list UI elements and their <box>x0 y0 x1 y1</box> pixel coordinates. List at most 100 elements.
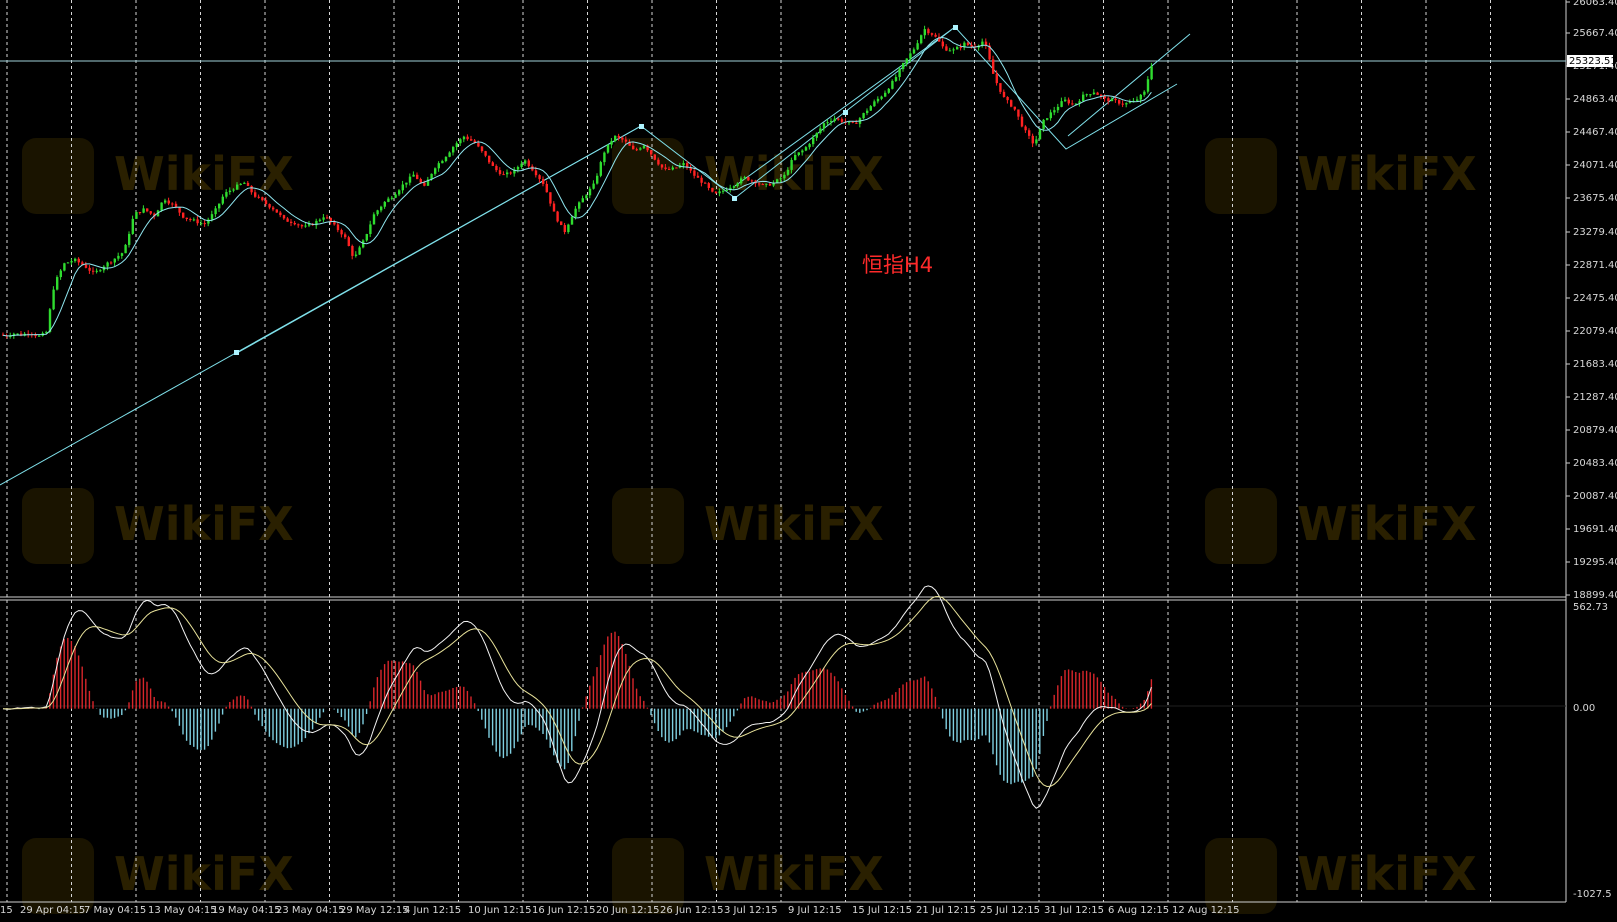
candle-bearish <box>1103 96 1106 99</box>
candle-bearish <box>527 160 530 167</box>
candle-bearish <box>840 119 844 122</box>
candle-bullish <box>394 194 397 198</box>
candle-bearish <box>1096 92 1099 95</box>
svg-text:WikiFX: WikiFX <box>704 847 884 901</box>
candle-bearish <box>282 215 286 219</box>
candle-bullish <box>1064 99 1067 102</box>
candle-bullish <box>588 188 592 196</box>
candle-bearish <box>855 122 858 124</box>
price-tick-label: 20879.40 <box>1573 425 1617 436</box>
svg-text:WikiFX: WikiFX <box>114 147 294 201</box>
candle-bearish <box>750 180 754 182</box>
candle-bearish <box>189 219 192 221</box>
time-tick-label: 26 Jun 12:15 <box>660 905 724 916</box>
candle-bullish <box>387 198 390 202</box>
candle-bullish <box>99 270 102 272</box>
svg-text:WikiFX: WikiFX <box>114 847 294 901</box>
svg-text:WikiFX: WikiFX <box>1297 497 1477 551</box>
candle-bullish <box>128 233 131 245</box>
candle-bullish <box>66 262 70 264</box>
candle-bullish <box>610 141 613 145</box>
candle-bullish <box>642 145 646 149</box>
price-tick-label: 22079.40 <box>1573 326 1617 337</box>
price-tick-label: 21683.40 <box>1573 359 1617 370</box>
candle-bearish <box>297 224 300 226</box>
price-tick-label: 24071.40 <box>1573 160 1617 171</box>
candle-bullish <box>369 224 372 235</box>
candle-bullish <box>390 197 394 199</box>
price-tick-label: 19295.40 <box>1573 557 1617 568</box>
candle-bullish <box>606 144 610 153</box>
candle-bearish <box>1121 103 1124 105</box>
candle-bullish <box>884 92 887 97</box>
candle-bullish <box>455 143 458 148</box>
zigzag-node <box>843 110 848 115</box>
candle-bearish <box>693 170 696 176</box>
zigzag-node <box>953 25 958 30</box>
candle-bearish <box>549 192 552 204</box>
candle-bullish <box>59 270 62 278</box>
candle-bullish <box>358 247 361 255</box>
candle-bearish <box>552 203 556 212</box>
candle-bullish <box>63 263 66 271</box>
candle-bullish <box>948 50 952 52</box>
candle-bullish <box>880 96 883 99</box>
candle-bearish <box>945 46 948 51</box>
candle-bearish <box>851 121 854 123</box>
candle-bearish <box>498 170 502 175</box>
candle-bearish <box>617 135 620 138</box>
candle-bearish <box>279 212 282 216</box>
candle-bearish <box>300 225 304 227</box>
candle-bullish <box>322 217 325 220</box>
candle-bullish <box>869 106 872 111</box>
candle-bearish <box>1006 96 1009 101</box>
candle-bullish <box>898 69 901 78</box>
candle-bullish <box>380 206 383 211</box>
candle-bearish <box>1013 106 1016 110</box>
candle-bearish <box>761 184 764 186</box>
candle-bullish <box>1150 66 1153 80</box>
candle-bullish <box>808 144 811 148</box>
time-tick-label: 25 Jul 12:15 <box>980 905 1040 916</box>
candle-bullish <box>567 224 570 233</box>
price-tick-label: 20483.40 <box>1573 458 1617 469</box>
candle-bearish <box>196 219 199 224</box>
candle-bullish <box>1128 102 1132 104</box>
time-tick-label: 15 Jul 12:15 <box>852 905 912 916</box>
candle-bullish <box>718 191 721 194</box>
time-tick-label: 15 <box>0 905 13 916</box>
candle-bearish <box>660 164 664 168</box>
candle-bullish <box>124 244 127 254</box>
time-tick-label: 3 Jul 12:15 <box>724 905 778 916</box>
candle-bearish <box>992 59 995 74</box>
candle-bullish <box>599 162 602 176</box>
candle-bearish <box>275 209 278 213</box>
candle-bearish <box>704 182 707 184</box>
candle-bullish <box>801 150 804 153</box>
price-tick: 23675.40 <box>1566 193 1617 204</box>
candle-bearish <box>254 192 257 197</box>
candle-bullish <box>117 255 120 259</box>
price-tick-label: 25667.40 <box>1573 28 1617 39</box>
candle-bullish <box>581 198 584 203</box>
candle-bearish <box>149 211 152 214</box>
candle-bullish <box>239 183 242 185</box>
candle-bullish <box>776 179 779 183</box>
candle-bullish <box>866 110 869 114</box>
macd-axis-label: -1027.5 <box>1573 889 1612 900</box>
time-tick-label: 12 Aug 12:15 <box>1172 905 1239 916</box>
candle-bearish <box>502 174 505 176</box>
candle-bullish <box>1046 118 1049 120</box>
candle-bullish <box>1089 94 1092 96</box>
candle-bearish <box>1020 116 1024 127</box>
candle-bearish <box>995 73 998 84</box>
candle-bullish <box>56 277 59 290</box>
candle-bearish <box>959 47 962 49</box>
candle-bearish <box>930 33 934 35</box>
candle-bullish <box>912 49 916 54</box>
price-tick: 22871.40 <box>1566 260 1617 271</box>
candle-bearish <box>340 230 343 235</box>
candle-bullish <box>1038 129 1042 140</box>
candle-bullish <box>232 189 235 191</box>
candle-bullish <box>1139 94 1142 100</box>
